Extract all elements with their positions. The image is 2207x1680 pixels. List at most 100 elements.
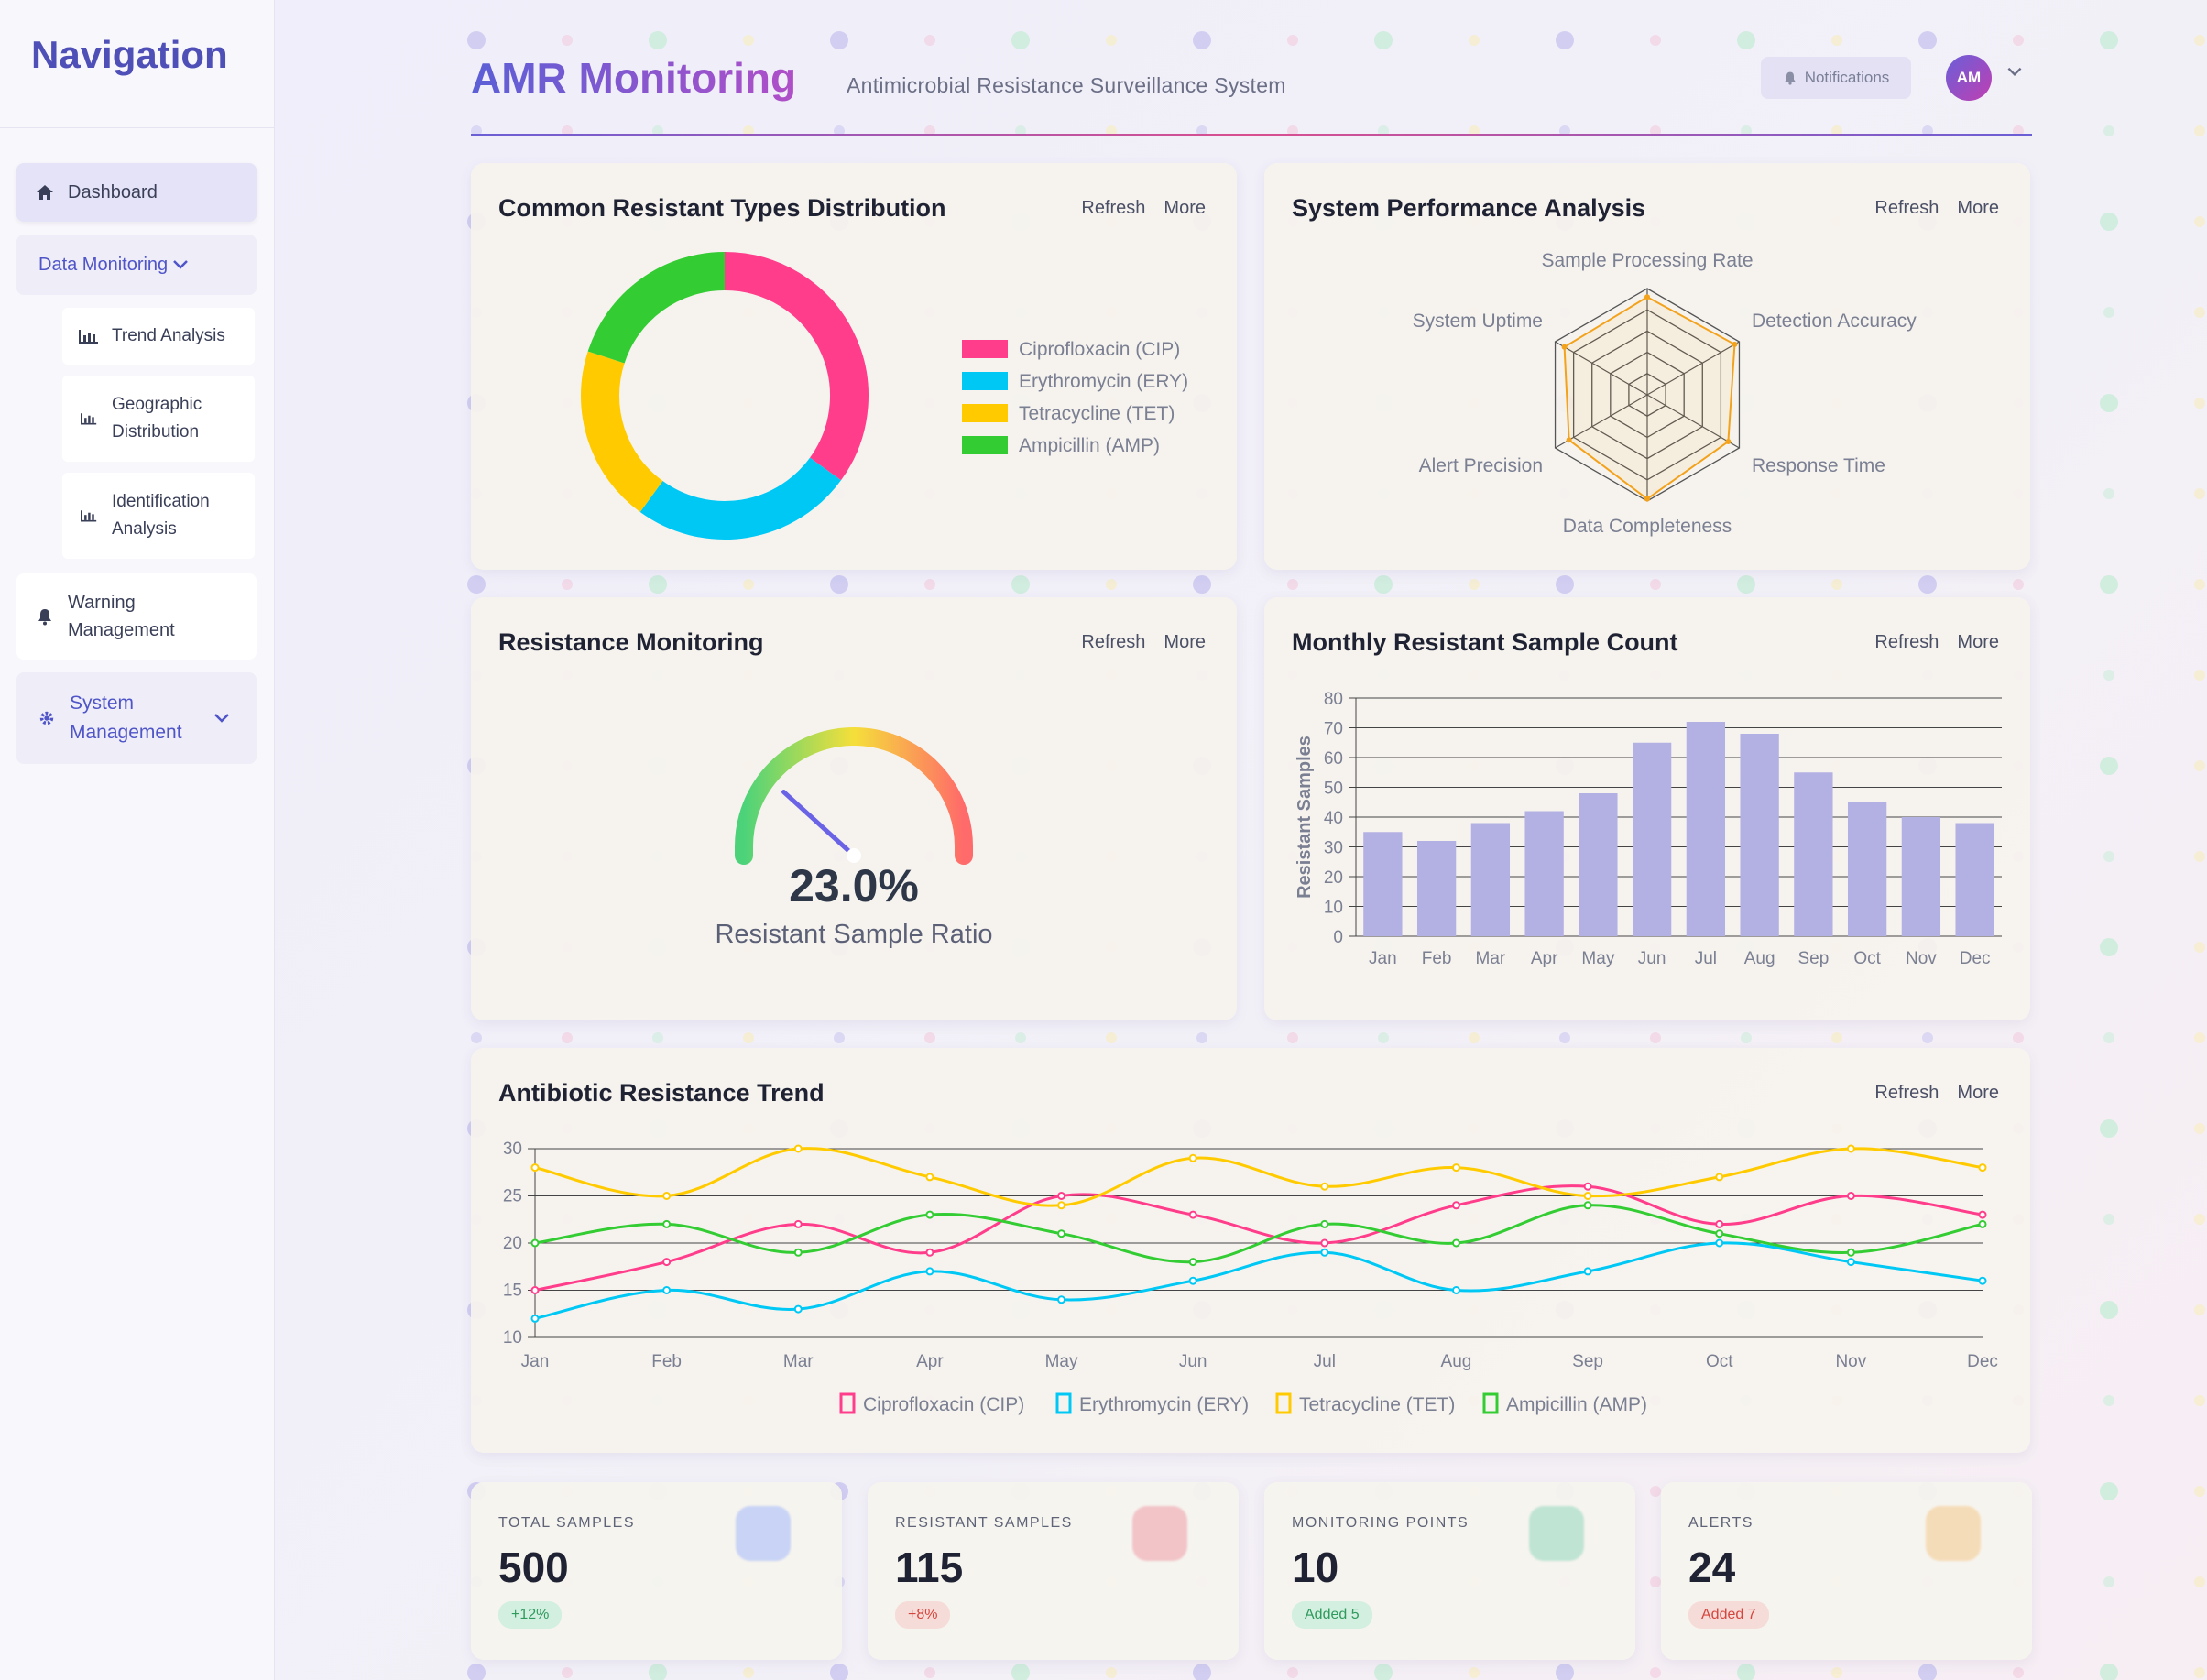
stat-label: RESISTANT SAMPLES: [895, 1515, 1073, 1531]
sidebar: Navigation Dashboard Data Monitoring Tre…: [0, 0, 275, 1680]
y-tick-label: 10: [1324, 899, 1343, 918]
background-dot: [1831, 1667, 1842, 1678]
radar-chart: Sample Processing Rate Detection Accuracy…: [1413, 250, 1917, 537]
background-dot: [743, 35, 754, 46]
background-dot: [1650, 1667, 1661, 1678]
background-dot: [471, 1032, 482, 1043]
notifications-button[interactable]: Notifications: [1761, 57, 1911, 99]
notifications-label: Notifications: [1804, 69, 1890, 86]
y-tick-label: 80: [1324, 690, 1343, 709]
stat-badge: Added 7: [1688, 1601, 1769, 1629]
background-dot: [2194, 1304, 2205, 1315]
avatar[interactable]: AM: [1946, 55, 1992, 101]
y-tick-label: 10: [503, 1328, 522, 1347]
background-dot: [1922, 1032, 1933, 1043]
monthly-card: Monthly Resistant Sample Count Refresh M…: [1264, 597, 2030, 1020]
sidebar-item-trend-analysis[interactable]: Trend Analysis: [62, 308, 255, 365]
background-dot: [2103, 1032, 2114, 1043]
bar: [1632, 742, 1672, 936]
trend-card: Antibiotic Resistance Trend Refresh More…: [471, 1048, 2030, 1453]
sidebar-item-identification-analysis[interactable]: Identification Analysis: [62, 473, 255, 559]
series-point: [1188, 1153, 1197, 1162]
background-dot: [1106, 1032, 1117, 1043]
radar-point: [1644, 496, 1650, 502]
x-tick-label: Jul: [1695, 949, 1717, 968]
background-dot: [2013, 1667, 2024, 1678]
stat-card-total-samples: TOTAL SAMPLES 500 +12%: [471, 1482, 842, 1660]
x-tick-label: Dec: [1960, 949, 1991, 968]
background-dot: [743, 579, 754, 590]
background-dot: [1469, 1032, 1480, 1043]
background-dot: [830, 31, 848, 49]
background-dot: [562, 579, 573, 590]
series-point: [1451, 1286, 1460, 1294]
performance-card: System Performance Analysis Refresh More…: [1264, 163, 2030, 570]
chevron-down-icon[interactable]: [2005, 64, 2025, 83]
x-tick-label: Feb: [1422, 949, 1452, 968]
stat-label: MONITORING POINTS: [1292, 1515, 1470, 1531]
series-point: [1057, 1192, 1066, 1200]
series-point: [1057, 1201, 1066, 1210]
legend-label: Ciprofloxacin (CIP): [1019, 339, 1180, 360]
series-line: [534, 1241, 1983, 1320]
sidebar-item-label: Geographic Distribution: [112, 395, 202, 442]
background-dot: [2194, 851, 2205, 862]
series-point: [1846, 1258, 1855, 1267]
series-point: [662, 1219, 672, 1228]
radar-point: [1732, 341, 1738, 347]
background-dot: [1011, 31, 1030, 49]
sidebar-item-label: Dashboard: [68, 181, 158, 202]
background-dot: [1378, 1032, 1389, 1043]
home-icon: [35, 182, 55, 202]
background-dot: [1193, 31, 1211, 49]
series-point: [1846, 1192, 1855, 1200]
gear-icon: [37, 708, 57, 728]
legend-swatch: [1482, 1392, 1499, 1414]
radar-axis-label: Sample Processing Rate: [1541, 250, 1753, 271]
sidebar-item-geographic-distribution[interactable]: Geographic Distribution: [62, 376, 255, 462]
bell-icon: [1783, 71, 1797, 85]
series-line: [534, 1184, 1983, 1292]
background-dot: [1374, 575, 1393, 594]
sidebar-item-system-management[interactable]: System Management: [16, 672, 257, 764]
sidebar-item-warning-management[interactable]: Warning Management: [16, 573, 257, 660]
y-tick-label: 40: [1324, 809, 1343, 828]
legend-label: Erythromycin (ERY): [1079, 1394, 1249, 1415]
bar: [1901, 817, 1941, 936]
background-dot: [2103, 488, 2114, 499]
background-dot: [1193, 575, 1211, 594]
background-dot: [2103, 307, 2114, 318]
background-dot: [2194, 579, 2205, 590]
background-dot: [2013, 579, 2024, 590]
background-dot: [649, 1664, 667, 1680]
legend-label: Tetracycline (TET): [1299, 1394, 1455, 1415]
gauge-caption: Resistant Sample Ratio: [715, 920, 993, 949]
background-dot: [2103, 1576, 2114, 1587]
sidebar-item-data-monitoring[interactable]: Data Monitoring: [16, 235, 257, 295]
series-point: [1188, 1276, 1197, 1285]
stat-badge: +8%: [895, 1601, 951, 1629]
background-dot: [1737, 1664, 1755, 1680]
x-tick-label: Jun: [1179, 1352, 1207, 1371]
y-tick-label: 15: [503, 1282, 522, 1301]
background-dot: [1556, 31, 1574, 49]
radar-axis-label: Alert Precision: [1419, 455, 1543, 476]
background-dot: [2100, 1301, 2118, 1319]
series-point: [1715, 1173, 1724, 1182]
background-dot: [2100, 1119, 2118, 1138]
radar-axis-label: System Uptime: [1413, 311, 1543, 332]
sidebar-item-dashboard[interactable]: Dashboard: [16, 163, 257, 222]
x-tick-label: Oct: [1706, 1352, 1733, 1371]
radar-point: [1725, 439, 1732, 445]
background-dot: [1559, 1032, 1570, 1043]
distribution-card: Common Resistant Types Distribution Refr…: [471, 163, 1237, 570]
background-dot: [2194, 670, 2205, 681]
background-dot: [2103, 1395, 2114, 1406]
background-dot: [649, 575, 667, 594]
x-tick-label: Jan: [521, 1352, 550, 1371]
background-dot: [1831, 35, 1842, 46]
background-dot: [2194, 1667, 2205, 1678]
series-point: [925, 1248, 934, 1257]
background-dot: [2103, 670, 2114, 681]
background-dot: [562, 1032, 573, 1043]
